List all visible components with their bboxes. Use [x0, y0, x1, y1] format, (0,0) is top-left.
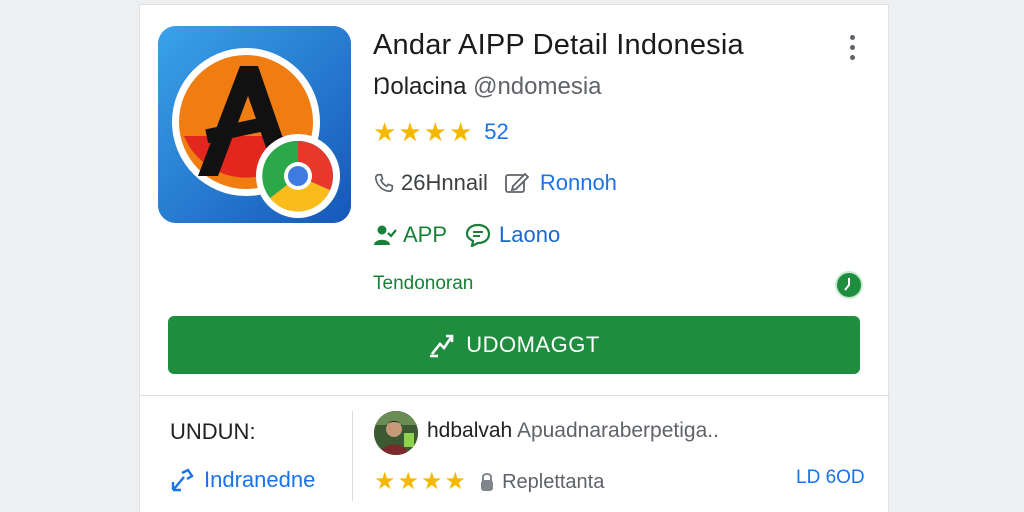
phone-icon — [374, 173, 394, 193]
install-label: UDOMAGGT — [466, 332, 600, 357]
reply-label[interactable]: Replettanta — [502, 471, 604, 494]
rating-count: 52 — [484, 119, 509, 144]
section-divider — [140, 395, 890, 396]
rating-row[interactable]: ★ ★ ★ ★ 52 — [373, 119, 509, 145]
app-title: Andar AIPP Detail Indonesia — [373, 29, 744, 61]
footer-divider — [352, 411, 353, 501]
link-icon — [171, 468, 194, 492]
star-icon: ★ — [374, 468, 396, 495]
developer-handle: @ndomesia — [473, 73, 602, 100]
review-line: hdbalvah Apuadnaraberpetiga.. — [427, 419, 719, 443]
language-label: Indranedne — [204, 467, 316, 492]
verified-icon — [835, 271, 863, 299]
developer-name: Ŋolacina — [373, 73, 467, 100]
badge-row: APP Laono — [373, 222, 560, 248]
review-author: hdbalvah — [427, 419, 513, 442]
download-icon — [430, 334, 454, 358]
chat-icon — [465, 223, 491, 247]
section-label: UNDUN: — [170, 419, 256, 444]
install-button[interactable]: UDOMAGGT — [168, 316, 860, 374]
star-icon: ★ — [423, 117, 447, 147]
badge-app: APP — [403, 222, 448, 247]
language-link[interactable]: Indranedne — [170, 467, 315, 493]
star-icon: ★ — [444, 468, 467, 495]
review-count[interactable]: LD 6OD — [796, 467, 865, 489]
lock-icon — [481, 473, 494, 491]
user-check-icon — [374, 225, 397, 245]
more-vert-icon[interactable] — [840, 31, 864, 63]
avatar[interactable] — [374, 411, 418, 455]
app-size: 26Hnnail — [401, 170, 488, 195]
badge-language[interactable]: Laono — [499, 222, 560, 248]
star-icon: ★ — [448, 117, 473, 147]
star-icon: ★ — [373, 117, 397, 147]
edit-icon — [504, 172, 530, 193]
review-body: Apuadnaraberpetiga.. — [516, 419, 719, 442]
review-rating: ★ ★ ★ ★ Replettanta — [374, 470, 604, 494]
star-icon: ★ — [421, 468, 443, 495]
info-link[interactable]: Ronnoh — [540, 170, 617, 196]
developer-line[interactable]: Ŋolacina @ndomesia — [373, 73, 602, 101]
app-category[interactable]: Tendonoran — [373, 273, 473, 295]
app-logo-icon[interactable] — [158, 26, 351, 223]
app-detail-card: Andar AIPP Detail Indonesia Ŋolacina @nd… — [139, 4, 890, 512]
meta-row: 26Hnnail Ronnoh — [373, 170, 617, 196]
star-icon: ★ — [397, 468, 420, 495]
star-icon: ★ — [398, 117, 422, 147]
